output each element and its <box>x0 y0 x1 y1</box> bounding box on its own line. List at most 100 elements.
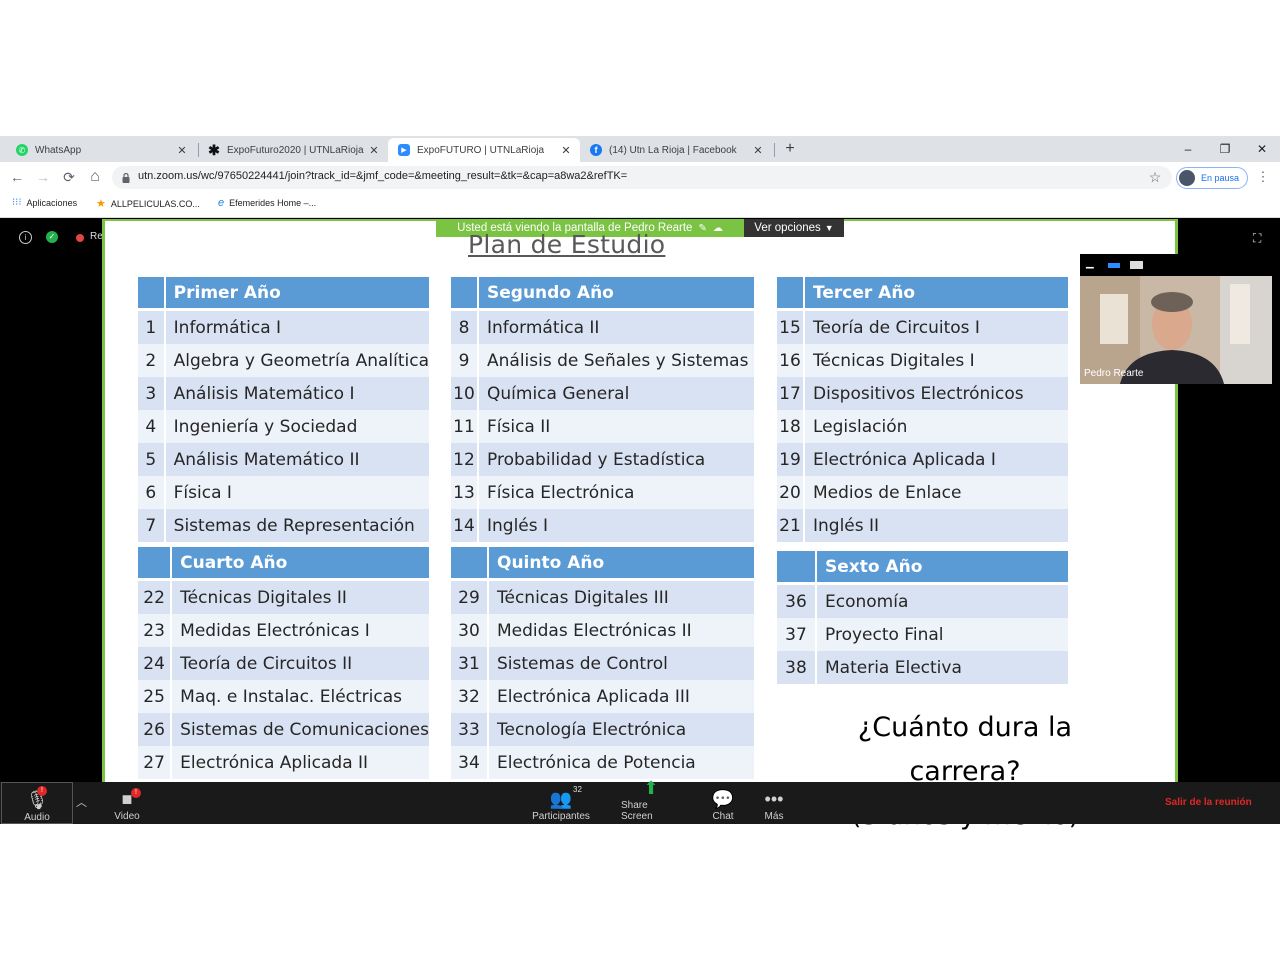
course-row: 6 Física I <box>138 476 429 509</box>
fullscreen-icon[interactable]: ⛶ <box>1253 231 1261 246</box>
course-name: Química General <box>478 377 754 410</box>
question-text: ¿Cuánto dura la carrera? <box>857 712 1073 787</box>
back-button[interactable]: ← <box>6 166 28 188</box>
forward-button[interactable]: → <box>32 166 54 188</box>
course-row: 16 Técnicas Digitales I <box>777 344 1068 377</box>
course-row: 34 Electrónica de Potencia <box>451 746 754 779</box>
edge-icon: e <box>218 197 225 209</box>
year-heading: Cuarto Año <box>171 547 429 581</box>
chevron-up-icon[interactable]: ︿ <box>76 794 87 810</box>
course-number: 33 <box>451 713 489 746</box>
course-number: 14 <box>451 509 479 542</box>
course-number: 22 <box>138 579 173 614</box>
year-table-5: Quinto Año 29 Técnicas Digitales III 30 Medi… <box>451 547 754 779</box>
tab-expofuturo2020[interactable]: ✱ ExpoFuturo2020 | UTNLaRioja ✕ <box>198 138 388 162</box>
header-blank-cell <box>777 551 817 585</box>
course-name: Análisis de Señales y Sistemas <box>478 344 754 377</box>
share-screen-button[interactable]: ⬆ Share Screen <box>621 778 681 822</box>
close-tab-icon[interactable]: ✕ <box>558 144 574 157</box>
course-number: 20 <box>777 476 805 509</box>
course-row: 26 Sistemas de Comunicaciones <box>138 713 429 746</box>
info-icon[interactable]: i <box>19 231 32 244</box>
course-row: 18 Legislación <box>777 410 1068 443</box>
bookmark-star-icon[interactable]: ☆ <box>1144 166 1166 188</box>
browser-menu-icon[interactable]: ⋮ <box>1252 166 1274 188</box>
video-button[interactable]: ■ Video <box>97 784 157 822</box>
course-number: 29 <box>451 579 489 614</box>
course-name: Técnicas Digitales III <box>488 579 754 614</box>
year-header-row: Tercer Año <box>777 277 1068 311</box>
tab-whatsapp[interactable]: ✆ WhatsApp ✕ <box>6 138 196 162</box>
share-up-arrow-icon: ⬆ <box>643 778 659 798</box>
close-tab-icon[interactable]: ✕ <box>366 144 382 157</box>
course-number: 27 <box>138 746 173 779</box>
course-row: 23 Medidas Electrónicas I <box>138 614 429 647</box>
speaker-view-icon[interactable] <box>1108 263 1120 268</box>
year-table-2: Segundo Año 8 Informática II 9 Análisis de S… <box>451 277 754 542</box>
reload-button[interactable]: ⟳ <box>58 166 80 188</box>
course-number: 12 <box>451 443 479 476</box>
course-row: 17 Dispositivos Electrónicos <box>777 377 1068 410</box>
recording-label: Re <box>90 231 103 242</box>
bookmark-allpeliculas[interactable]: ★ ALLPELICULAS.CO... <box>96 197 200 210</box>
tab-expofuturo-zoom[interactable]: ▶ ExpoFUTURO | UTNLaRioja ✕ <box>388 138 580 162</box>
course-row: 38 Materia Electiva <box>777 651 1068 684</box>
course-row: 20 Medios de Enlace <box>777 476 1068 509</box>
year-header-row: Quinto Año <box>451 547 754 581</box>
course-number: 34 <box>451 746 489 779</box>
course-row: 29 Técnicas Digitales III <box>451 579 754 614</box>
course-number: 38 <box>777 651 817 684</box>
restore-button[interactable]: ❐ <box>1210 138 1240 160</box>
more-button[interactable]: ••• Más <box>744 784 804 822</box>
chat-bubble-icon: 💬 <box>711 789 735 809</box>
star-icon: ★ <box>96 198 106 210</box>
course-row: 24 Teoría de Circuitos II <box>138 647 429 680</box>
course-row: 2 Algebra y Geometría Analítica <box>138 344 429 377</box>
shield-icon[interactable]: ✓ <box>46 231 58 243</box>
course-name: Legislación <box>804 410 1068 443</box>
new-tab-button[interactable]: + <box>778 138 802 160</box>
course-row: 8 Informática II <box>451 309 754 344</box>
tab-divider <box>774 143 775 157</box>
course-row: 12 Probabilidad y Estadística <box>451 443 754 476</box>
year-heading: Segundo Año <box>478 277 754 311</box>
course-name: Sistemas de Representación <box>164 509 429 542</box>
course-row: 21 Inglés II <box>777 509 1068 542</box>
header-blank-cell <box>138 547 173 581</box>
home-button[interactable]: ⌂ <box>84 166 106 188</box>
view-options-button[interactable]: Ver opciones ▼ <box>744 219 844 237</box>
lock-icon[interactable] <box>122 170 130 183</box>
close-tab-icon[interactable]: ✕ <box>750 144 766 157</box>
tab-title: ExpoFUTURO | UTNLaRioja <box>417 144 545 156</box>
course-row: 3 Análisis Matemático I <box>138 377 429 410</box>
course-number: 15 <box>777 309 805 344</box>
course-name: Física I <box>164 476 429 509</box>
header-blank-cell <box>138 277 166 311</box>
tab-facebook[interactable]: f (14) Utn La Rioja | Facebook ✕ <box>580 138 772 162</box>
gallery-view-icon[interactable] <box>1130 261 1143 269</box>
course-name: Ingeniería y Sociedad <box>164 410 429 443</box>
url-text[interactable]: utn.zoom.us/wc/97650224441/join?track_id… <box>138 170 627 182</box>
audio-alert-badge: ! <box>37 786 47 796</box>
tab-title: ExpoFuturo2020 | UTNLaRioja <box>227 144 364 156</box>
profile-button[interactable]: En pausa <box>1176 167 1248 189</box>
course-number: 24 <box>138 647 173 680</box>
close-tab-icon[interactable]: ✕ <box>174 144 190 157</box>
course-number: 7 <box>138 509 166 542</box>
leave-meeting-button[interactable]: Salir de la reunión <box>1165 797 1252 808</box>
bookmark-apps[interactable]: ⁝⁝⁝ Aplicaciones <box>12 197 77 208</box>
minimize-button[interactable]: – <box>1173 138 1203 160</box>
year-header-row: Sexto Año <box>777 551 1068 585</box>
participants-button[interactable]: 👥 Participantes <box>531 784 591 822</box>
course-number: 17 <box>777 377 805 410</box>
bookmark-label: Efemerides Home –... <box>229 198 317 208</box>
bookmark-efemerides[interactable]: e Efemerides Home –... <box>218 197 316 209</box>
course-name: Teoría de Circuitos I <box>804 309 1068 344</box>
close-window-button[interactable]: ✕ <box>1247 138 1277 160</box>
course-name: Economía <box>816 583 1068 618</box>
course-number: 25 <box>138 680 173 713</box>
course-number: 36 <box>777 583 817 618</box>
course-row: 1 Informática I <box>138 309 429 344</box>
course-number: 21 <box>777 509 805 542</box>
minimize-video-icon[interactable]: ▁ <box>1086 258 1094 269</box>
